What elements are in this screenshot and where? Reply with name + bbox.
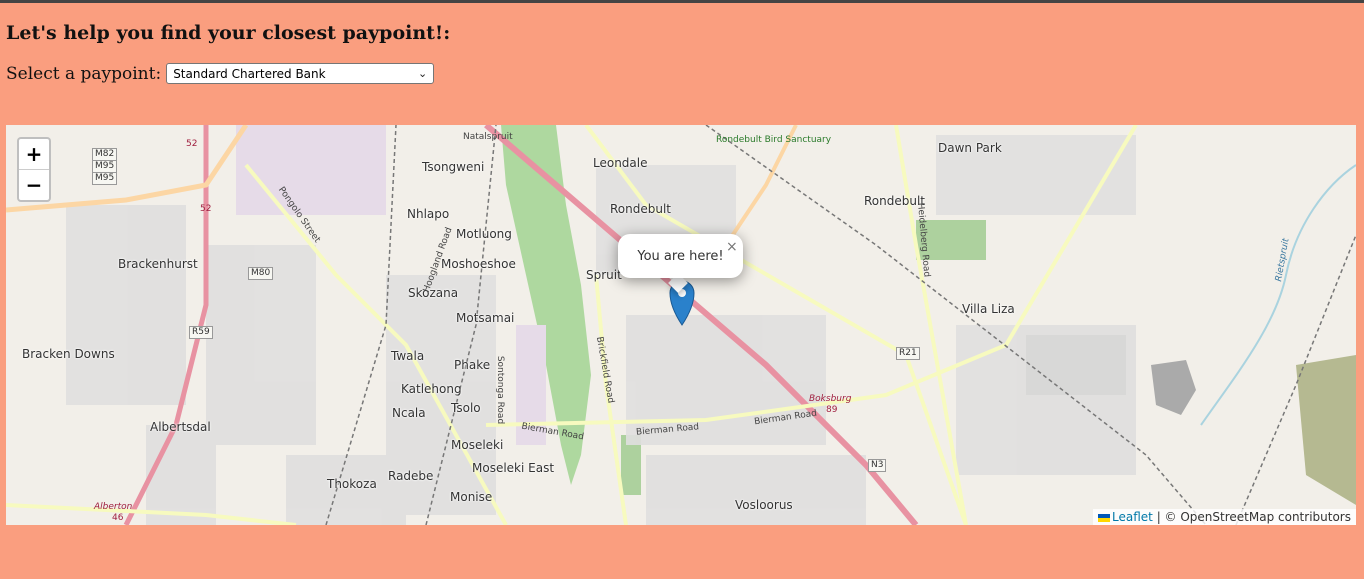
route-shield: N3 <box>868 459 887 472</box>
route-shield: M80 <box>248 267 274 280</box>
route-shield: R59 <box>189 326 213 339</box>
route-shield: R21 <box>896 347 920 360</box>
place-label: Nhlapo <box>407 207 450 221</box>
place-label: Katlehong <box>401 382 462 396</box>
quarry-area <box>1296 355 1356 505</box>
place-label: Monise <box>450 490 493 504</box>
route-shield: 52 <box>186 139 198 149</box>
place-label: Vosloorus <box>735 498 793 512</box>
leaflet-link[interactable]: Leaflet <box>1112 510 1153 524</box>
place-label: Albertsdal <box>150 420 211 434</box>
route-shield: 89 <box>826 405 838 415</box>
place-label: Moshoeshoe <box>441 257 516 271</box>
page-title: Let's help you find your closest paypoin… <box>6 22 451 44</box>
place-label: Bracken Downs <box>22 347 115 361</box>
select-value: Standard Chartered Bank <box>173 66 326 81</box>
zoom-in-button[interactable]: + <box>19 139 49 169</box>
place-label: Motluong <box>456 227 512 241</box>
place-label: Ncala <box>392 406 426 420</box>
place-label: Rondebult <box>610 202 672 216</box>
road-label: Rondebult Bird Sanctuary <box>716 135 832 145</box>
place-label: Villa Liza <box>962 302 1015 316</box>
paypoint-select[interactable]: Standard Chartered Bank ⌄ <box>166 63 435 84</box>
popup-close-button[interactable]: × <box>726 239 738 255</box>
ukraine-flag-icon <box>1098 513 1111 522</box>
popup-text: You are here! <box>637 248 724 264</box>
place-label: Moseleki East <box>472 461 555 475</box>
route-shield: M95 <box>92 172 118 185</box>
place-label: Brackenhurst <box>118 257 198 271</box>
road-label: Natalspruit <box>463 132 513 142</box>
place-label: Dawn Park <box>938 141 1002 155</box>
place-label: Radebe <box>388 469 434 483</box>
location-popup: You are here! <box>618 234 743 278</box>
zoom-out-button[interactable]: − <box>19 169 49 200</box>
road-label: Alberton <box>94 502 133 512</box>
map-tiles <box>6 125 1356 525</box>
industrial-area <box>236 125 386 215</box>
place-label: Twala <box>391 349 425 363</box>
route-shield: 46 <box>112 513 124 523</box>
place-label: Tsolo <box>451 401 481 415</box>
road-label: Boksburg <box>809 394 852 404</box>
place-label: Thokoza <box>327 477 377 491</box>
place-label: Spruit <box>586 268 622 282</box>
place-label: Moseleki <box>451 438 504 452</box>
road-label: Sontonga Road <box>495 355 506 425</box>
place-label: Leondale <box>593 156 648 170</box>
place-label: Phake <box>454 358 491 372</box>
quarry-building <box>1151 360 1196 415</box>
paypoint-select-row: Select a paypoint: Standard Chartered Ba… <box>6 63 435 84</box>
place-label: Motsamai <box>456 311 515 325</box>
map[interactable]: Tsongweni Leondale Dawn Park Rondebult R… <box>6 125 1356 525</box>
map-attribution: Leaflet | © OpenStreetMap contributors <box>1093 509 1356 525</box>
select-label: Select a paypoint: <box>6 63 162 84</box>
chevron-down-icon: ⌄ <box>417 67 428 80</box>
route-shield: 52 <box>200 204 212 214</box>
zoom-control: + − <box>17 137 51 202</box>
place-label: Tsongweni <box>422 160 485 174</box>
attribution-text: | © OpenStreetMap contributors <box>1152 510 1351 524</box>
